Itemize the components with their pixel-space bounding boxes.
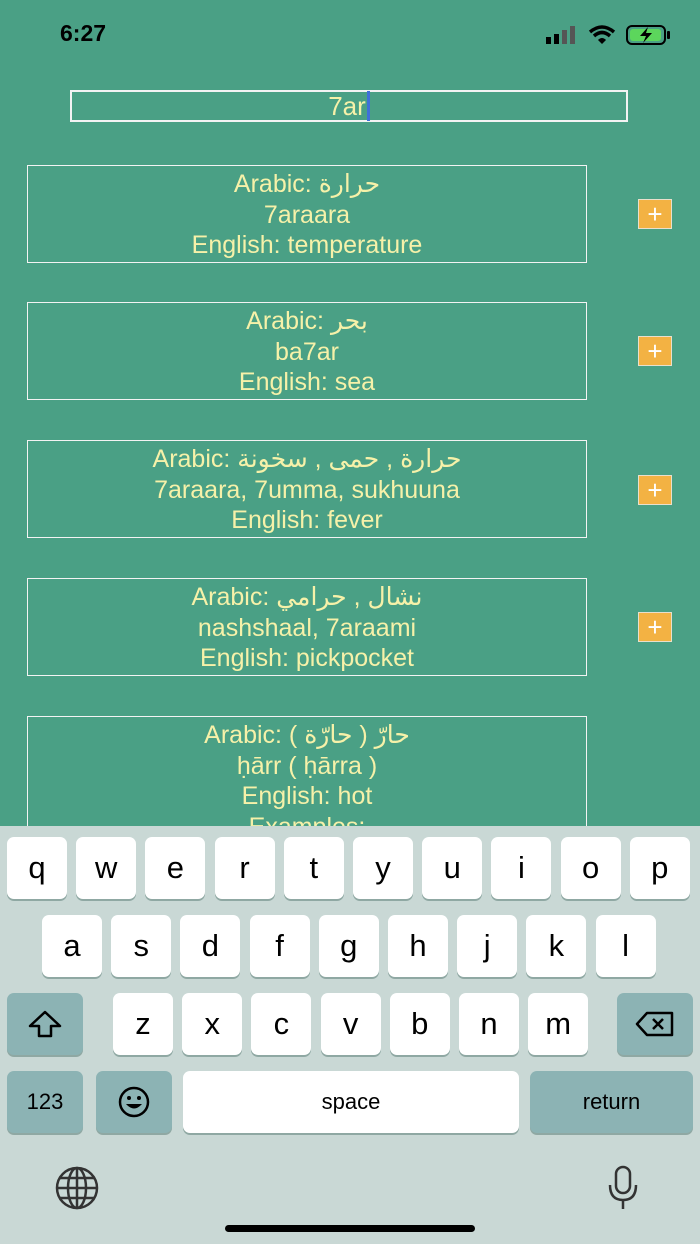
english-line: English: sea xyxy=(238,368,376,396)
status-icons xyxy=(546,24,672,46)
backspace-key[interactable] xyxy=(617,993,693,1055)
transliteration-line: 7araara xyxy=(263,200,351,229)
key-h[interactable]: h xyxy=(388,915,448,977)
english-line: English: fever xyxy=(231,506,383,534)
numbers-key[interactable]: 123 xyxy=(7,1071,83,1133)
transliteration-line: ba7ar xyxy=(275,337,339,366)
result-card: Arabic: بحر ba7ar English: sea xyxy=(27,302,587,400)
globe-icon[interactable] xyxy=(54,1165,100,1211)
status-bar: 6:27 xyxy=(0,0,700,70)
result-card: Arabic: حرارة , حمى , سخونة 7araara, 7umm… xyxy=(27,440,587,538)
key-u[interactable]: u xyxy=(422,837,483,899)
key-t[interactable]: t xyxy=(283,837,344,899)
return-key[interactable]: return xyxy=(530,1071,693,1133)
key-k[interactable]: k xyxy=(526,915,587,977)
key-g[interactable]: g xyxy=(318,915,379,977)
search-input[interactable]: 7ar xyxy=(70,90,628,122)
key-e[interactable]: e xyxy=(145,837,206,899)
arabic-line: Arabic: حرارة , حمى , سخونة xyxy=(152,445,462,473)
key-b[interactable]: b xyxy=(389,993,450,1055)
key-s[interactable]: s xyxy=(111,915,172,977)
key-m[interactable]: m xyxy=(528,993,589,1055)
transliteration-line: 7araara, 7umma, sukhuuna xyxy=(154,475,460,504)
arabic-line: Arabic: نشال , حرامي xyxy=(191,583,423,611)
status-time: 6:27 xyxy=(60,20,107,46)
english-line: English: pickpocket xyxy=(199,644,414,672)
result-card: Arabic: نشال , حرامي nashshaal, 7araami En… xyxy=(27,578,587,676)
key-n[interactable]: n xyxy=(459,993,519,1055)
key-p[interactable]: p xyxy=(629,837,690,899)
key-x[interactable]: x xyxy=(182,993,243,1055)
key-a[interactable]: a xyxy=(42,915,102,977)
search-value: 7ar xyxy=(328,90,366,121)
shift-icon xyxy=(28,1010,62,1038)
microphone-icon[interactable] xyxy=(606,1165,640,1211)
emoji-icon xyxy=(118,1086,150,1118)
home-indicator xyxy=(225,1225,475,1232)
keyboard: 123 space return qwertyuiop asdfghjkl zxcv… xyxy=(0,826,700,1244)
key-y[interactable]: y xyxy=(353,837,413,899)
key-o[interactable]: o xyxy=(560,837,621,899)
backspace-icon xyxy=(635,1011,674,1037)
key-w[interactable]: w xyxy=(76,837,137,899)
key-v[interactable]: v xyxy=(320,993,381,1055)
key-j[interactable]: j xyxy=(457,915,518,977)
result-card: Arabic: ( حارّة ) حارّ ḥārr ( ḥārra ) Engl… xyxy=(27,716,587,831)
key-d[interactable]: d xyxy=(180,915,241,977)
shift-key[interactable] xyxy=(7,993,83,1055)
english-line: English: temperature xyxy=(191,231,423,259)
key-r[interactable]: r xyxy=(214,837,275,899)
space-key[interactable]: space xyxy=(183,1071,519,1133)
add-button[interactable]: + xyxy=(638,336,672,366)
emoji-key[interactable] xyxy=(96,1071,172,1133)
app-screen: 6:27 7ar Arabic: حرارة 7araara English: … xyxy=(0,0,700,831)
text-cursor xyxy=(366,91,370,121)
result-card: Arabic: حرارة 7araara English: temperature xyxy=(27,165,587,263)
arabic-line: Arabic: ( حارّة ) حارّ xyxy=(204,721,410,749)
key-f[interactable]: f xyxy=(249,915,310,977)
key-c[interactable]: c xyxy=(251,993,312,1055)
key-z[interactable]: z xyxy=(113,993,173,1055)
add-button[interactable]: + xyxy=(638,199,672,229)
key-i[interactable]: i xyxy=(491,837,552,899)
add-button[interactable]: + xyxy=(638,475,672,505)
transliteration-line: ḥārr ( ḥārra ) xyxy=(236,751,378,780)
key-q[interactable]: q xyxy=(7,837,67,899)
cellular-signal-icon xyxy=(546,26,575,44)
english-line: English: hot xyxy=(241,782,373,810)
arabic-line: Arabic: حرارة xyxy=(233,170,381,198)
add-button[interactable]: + xyxy=(638,612,672,642)
transliteration-line: nashshaal, 7araami xyxy=(197,613,417,642)
arabic-line: Arabic: بحر xyxy=(246,307,368,335)
key-l[interactable]: l xyxy=(595,915,656,977)
wifi-icon xyxy=(588,25,616,44)
battery-charging-icon xyxy=(626,25,670,45)
